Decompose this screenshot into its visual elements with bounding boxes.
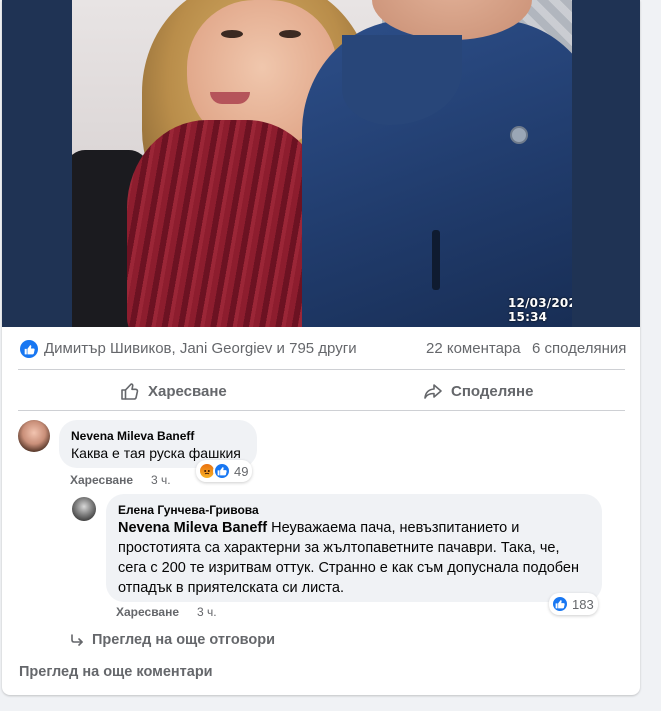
photo-content: 12/03/2023 15:34 — [72, 0, 572, 327]
reaction-count: 183 — [572, 596, 594, 612]
avatar[interactable] — [72, 497, 96, 521]
reply-meta: Харесване 3 ч. — [116, 605, 217, 619]
view-more-replies-label: Преглед на още отговори — [92, 632, 276, 648]
view-more-replies-link[interactable]: Преглед на още отговори — [70, 632, 275, 648]
reaction-stats-row: Димитър Шивиков, Jani Georgiev и 795 дру… — [2, 327, 640, 370]
share-button-label: Споделяне — [451, 382, 534, 400]
reply-like-link[interactable]: Харесване — [116, 605, 179, 619]
comment-time[interactable]: 3 ч. — [151, 473, 171, 487]
like-icon — [551, 595, 569, 613]
shares-count[interactable]: 6 споделяния — [532, 340, 626, 357]
like-icon[interactable] — [20, 340, 38, 358]
thumbs-up-icon — [121, 383, 139, 400]
comment-author[interactable]: Nevena Mileva Baneff — [71, 428, 245, 444]
reply-time[interactable]: 3 ч. — [197, 605, 217, 619]
post-card: 12/03/2023 15:34 Димитър Шивиков, Jani G… — [2, 0, 640, 695]
view-more-comments-link[interactable]: Преглед на още коментари — [19, 664, 213, 680]
like-button-label: Харесване — [148, 382, 227, 400]
reply-author[interactable]: Елена Гунчева-Гривова — [118, 502, 590, 518]
reply-reactions[interactable]: 183 — [549, 593, 598, 615]
comments-count[interactable]: 22 коментара — [426, 340, 521, 357]
likers-summary[interactable]: Димитър Шивиков, Jani Georgiev и 795 дру… — [44, 340, 357, 357]
share-arrow-icon — [424, 384, 442, 399]
reply-arrow-icon — [71, 634, 83, 646]
reply-bubble: Елена Гунчева-Гривова Nevena Mileva Bane… — [106, 494, 602, 602]
photo-timestamp: 12/03/2023 15:34 — [508, 296, 572, 324]
reply-text: Nevena Mileva Baneff Неуважаема пача, не… — [118, 518, 590, 598]
like-button[interactable]: Харесване — [120, 378, 227, 404]
reaction-count: 49 — [234, 463, 249, 479]
comment-reactions[interactable]: 49 — [196, 460, 253, 482]
comment-meta: Харесване 3 ч. — [70, 473, 171, 487]
mention-link[interactable]: Nevena Mileva Baneff — [118, 520, 267, 536]
divider — [18, 369, 625, 370]
post-photo[interactable]: 12/03/2023 15:34 — [2, 0, 640, 327]
avatar[interactable] — [18, 420, 50, 452]
like-icon — [213, 462, 231, 480]
comment-like-link[interactable]: Харесване — [70, 473, 133, 487]
divider — [18, 410, 625, 411]
share-button[interactable]: Споделяне — [423, 378, 533, 404]
